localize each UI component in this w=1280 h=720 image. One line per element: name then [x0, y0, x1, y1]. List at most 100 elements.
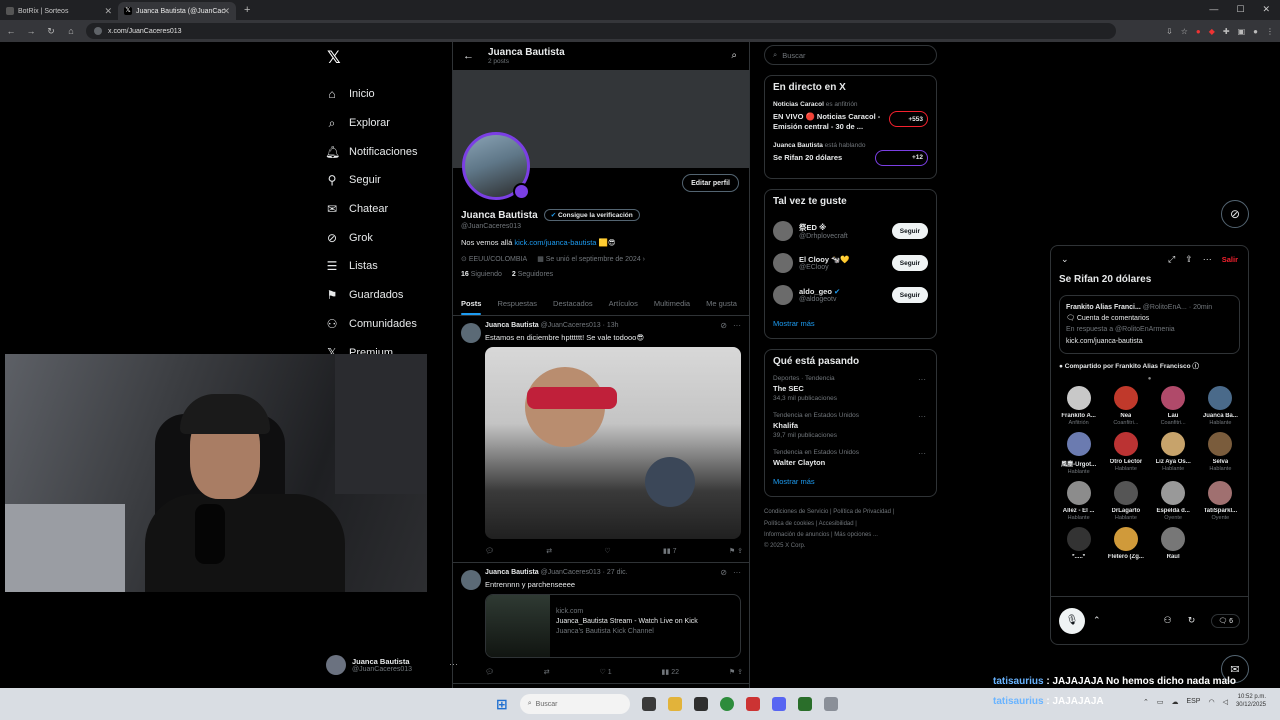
- close-tab-icon[interactable]: ✕: [222, 6, 230, 17]
- grok-icon[interactable]: ⊘: [720, 568, 727, 577]
- following-link[interactable]: 16 Siguiendo: [461, 271, 502, 278]
- browser-tab-x-profile[interactable]: 𝕏 Juanca Bautista (@JuanCac ✕: [118, 2, 236, 20]
- participant[interactable]: DrLagarto Hablante: [1102, 480, 1149, 521]
- reload-icon[interactable]: ↻: [46, 26, 56, 37]
- tab-multimedia[interactable]: Multimedia: [646, 292, 698, 315]
- participant[interactable]: Nea Coanfitri...: [1102, 385, 1149, 426]
- discord-icon[interactable]: [771, 697, 786, 711]
- participant[interactable]: Lau Coanfitri...: [1150, 385, 1197, 426]
- account-switcher[interactable]: Juanca Bautista @JuanCaceres013 ···: [326, 655, 458, 675]
- home-icon[interactable]: ⌂: [66, 26, 76, 36]
- new-tab-icon[interactable]: +: [236, 4, 258, 16]
- settings-icon[interactable]: [823, 697, 838, 711]
- chevron-up-icon[interactable]: ⌃: [1093, 615, 1101, 626]
- show-more-link[interactable]: Mostrar más: [773, 319, 928, 328]
- participant[interactable]: *.....*: [1055, 526, 1102, 560]
- nav-item-seguir[interactable]: ⚲ Seguir: [325, 166, 450, 195]
- chrome-icon[interactable]: [719, 697, 734, 711]
- link-card[interactable]: kick.com Juanca_Bautista Stream - Watch …: [485, 594, 741, 658]
- footer-line[interactable]: Política de cookies | Accesibilidad |: [764, 519, 937, 530]
- tab-posts[interactable]: Posts: [453, 292, 489, 315]
- post-image[interactable]: [485, 347, 741, 539]
- pinned-link[interactable]: kick.com/juanca-bautista: [1066, 336, 1233, 347]
- close-tab-icon[interactable]: ✕: [104, 6, 112, 17]
- trend-item[interactable]: Tendencia en Estados Unidos Khalifa 39,7…: [773, 412, 928, 439]
- profile-avatar-icon[interactable]: ●: [1253, 27, 1258, 36]
- more-icon[interactable]: ···: [918, 449, 926, 458]
- participant[interactable]: Selva Hablante: [1197, 431, 1244, 475]
- maximize-icon[interactable]: ☐: [1236, 4, 1244, 15]
- reply-icon[interactable]: 💬︎: [485, 668, 494, 676]
- extension-gift-icon[interactable]: ◆: [1209, 27, 1215, 36]
- nav-item-explorar[interactable]: ⌕ Explorar: [325, 109, 450, 138]
- footer-line[interactable]: Condiciones de Servicio | Política de Pr…: [764, 507, 937, 518]
- close-window-icon[interactable]: ✕: [1262, 4, 1270, 15]
- x-logo-icon[interactable]: 𝕏: [327, 48, 450, 68]
- nav-item-chatear[interactable]: ✉ Chatear: [325, 195, 450, 224]
- participant[interactable]: Liz Aya Os... Hablante: [1150, 431, 1197, 475]
- search-icon[interactable]: ⌕: [731, 50, 737, 61]
- get-verified-button[interactable]: ✔ Consigue la verificación: [543, 209, 640, 221]
- info-icon[interactable]: ⓘ: [1192, 363, 1199, 370]
- nav-item-grok[interactable]: ⊘ Grok: [325, 223, 450, 252]
- sidebar-icon[interactable]: ▣: [1238, 27, 1246, 36]
- minecraft-icon[interactable]: [797, 697, 812, 711]
- expand-icon[interactable]: ⤢: [1168, 254, 1175, 265]
- microphone-button[interactable]: 🎙︎: [1059, 607, 1085, 634]
- minimize-icon[interactable]: —: [1209, 4, 1218, 15]
- joined-date[interactable]: ▦ Se unió el septiembre de 2024 ›: [537, 255, 645, 263]
- address-bar[interactable]: x.com/JuanCaceres013: [86, 23, 1116, 39]
- more-icon[interactable]: ···: [1203, 254, 1212, 264]
- install-icon[interactable]: ⇩: [1166, 27, 1173, 36]
- bookmark-star-icon[interactable]: ☆: [1181, 27, 1188, 36]
- forward-arrow-icon[interactable]: →: [26, 26, 36, 36]
- back-arrow-icon[interactable]: ←: [463, 50, 474, 62]
- search-input[interactable]: ⌕ Buscar: [764, 45, 937, 65]
- live-listeners-badge[interactable]: +553: [889, 111, 928, 127]
- tab-me-gusta[interactable]: Me gusta: [698, 292, 745, 315]
- more-icon[interactable]: ···: [733, 568, 741, 577]
- back-arrow-icon[interactable]: ←: [6, 26, 16, 36]
- participant[interactable]: Fletero (Zg...: [1102, 526, 1149, 560]
- trend-item[interactable]: Tendencia en Estados Unidos Walter Clayt…: [773, 449, 928, 467]
- repost-icon[interactable]: ⇄: [546, 547, 552, 555]
- site-info-icon[interactable]: [94, 27, 102, 35]
- post-author[interactable]: Juanca Bautista: [485, 322, 539, 329]
- tab-destacados[interactable]: Destacados: [545, 292, 601, 315]
- live-listeners-badge[interactable]: +12: [874, 149, 928, 166]
- tray-app-icon[interactable]: ☁: [1171, 698, 1178, 706]
- suggestion-row[interactable]: 祭ED ※ @Drhplovecraft Seguir: [773, 215, 928, 247]
- post-author[interactable]: Juanca Bautista: [485, 569, 539, 576]
- people-icon[interactable]: ⚇: [1164, 615, 1172, 626]
- nav-item-comunidades[interactable]: ⚇ Comunidades: [325, 310, 450, 339]
- app-icon[interactable]: [693, 697, 708, 711]
- views-stat[interactable]: ▮▮ 22: [662, 668, 679, 676]
- volume-icon[interactable]: ◁: [1223, 698, 1228, 706]
- grok-floating-button[interactable]: ⊘: [1221, 200, 1249, 228]
- suggestion-row[interactable]: aldo_geo ✔ @aldogeotv Seguir: [773, 279, 928, 311]
- repost-icon[interactable]: ⇄: [544, 668, 550, 676]
- reply-icon[interactable]: 💬︎: [485, 547, 494, 555]
- follow-button[interactable]: Seguir: [891, 287, 928, 304]
- comments-button[interactable]: 🗨︎ 6: [1211, 613, 1240, 628]
- tab-respuestas[interactable]: Respuestas: [489, 292, 545, 315]
- suggestion-row[interactable]: El Clooy 🐄💛 @EClooy Seguir: [773, 247, 928, 279]
- post[interactable]: Juanca Bautista @JuanCaceres013 · 13h ⊘ …: [453, 317, 749, 563]
- share-icon[interactable]: ⇪: [737, 669, 743, 676]
- reactions-icon[interactable]: ↻: [1188, 615, 1196, 626]
- post[interactable]: Juanca Bautista @JuanCaceres013 · 27 dic…: [453, 564, 749, 684]
- more-icon[interactable]: ···: [918, 412, 926, 421]
- tab-articulos[interactable]: Artículos: [601, 292, 646, 315]
- tray-chevron-icon[interactable]: ⌃: [1143, 698, 1149, 706]
- avatar[interactable]: [461, 570, 481, 590]
- nav-item-inicio[interactable]: ⌂ Inicio: [325, 80, 450, 109]
- share-icon[interactable]: ⇪: [1185, 254, 1193, 265]
- live-item[interactable]: Juanca Bautista está hablando Se Rifan 2…: [773, 142, 928, 166]
- bookmark-icon[interactable]: ⚑: [729, 669, 735, 676]
- participant[interactable]: Raul: [1150, 526, 1197, 560]
- edit-profile-button[interactable]: Editar perfil: [682, 174, 739, 192]
- participant[interactable]: Otro Lector Hablante: [1102, 431, 1149, 475]
- followers-link[interactable]: 2 Seguidores: [512, 271, 553, 278]
- post-time[interactable]: · 13h: [603, 322, 619, 329]
- bookmark-icon[interactable]: ⚑: [729, 548, 735, 555]
